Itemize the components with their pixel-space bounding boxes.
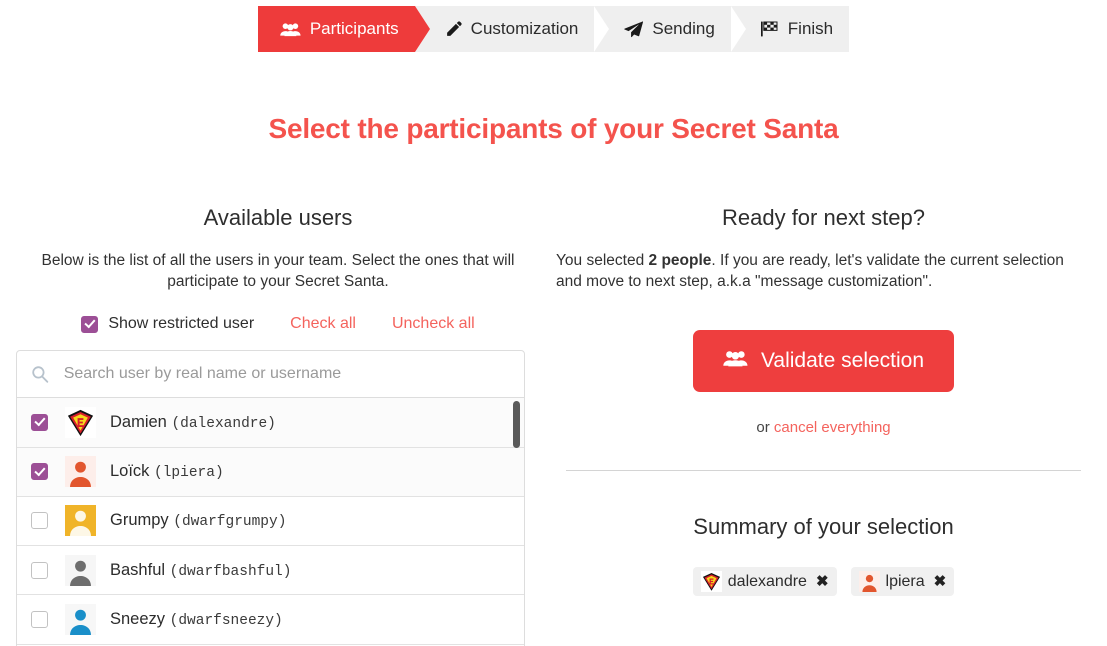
user-checkbox[interactable] (31, 561, 48, 579)
uncheck-all-link[interactable]: Uncheck all (392, 315, 475, 333)
user-name: Grumpy (dwarfgrumpy) (110, 511, 287, 531)
available-users-heading: Available users (203, 205, 353, 230)
ready-heading: Ready for next step? (721, 205, 925, 230)
avatar (65, 456, 96, 488)
user-name: Bashful (dwarfbashful) (110, 560, 292, 580)
remove-chip-icon[interactable]: ✖ (934, 574, 947, 589)
step-label: Sending (652, 19, 715, 38)
step-customization[interactable]: Customization (414, 6, 610, 52)
avatar (65, 604, 96, 636)
available-users-column: Available users Below is the list of all… (8, 205, 548, 646)
checkbox-icon[interactable] (81, 315, 99, 333)
page-title: Select the participants of your Secret S… (268, 113, 839, 144)
user-checkbox[interactable] (31, 463, 48, 481)
cancel-everything-link[interactable]: cancel everything (774, 419, 891, 436)
show-restricted-user-label: Show restricted user (108, 315, 255, 333)
ready-description: You selected 2 people. If you are ready,… (556, 252, 1064, 290)
validate-selection-label: Validate selection (760, 349, 925, 373)
avatar (65, 406, 96, 438)
avatar (858, 571, 880, 593)
available-users-description: Below is the list of all the users in yo… (41, 252, 515, 290)
main-columns: Available users Below is the list of all… (0, 205, 1107, 646)
step-label: Finish (787, 19, 834, 38)
step-sending[interactable]: Sending (594, 6, 747, 52)
step-label: Customization (470, 19, 579, 38)
scrollbar-thumb[interactable] (513, 401, 520, 449)
list-scrollbar[interactable] (513, 398, 522, 646)
search-row (17, 351, 524, 399)
user-list-item[interactable]: Sneezy (dwarfsneezy) (17, 595, 524, 645)
or-text: or (756, 419, 774, 437)
user-list-item[interactable]: Grumpy (dwarfgrumpy) (17, 497, 524, 547)
validate-wrap: Validate selection (556, 330, 1091, 393)
checkered-flag-icon (760, 21, 779, 37)
user-checkbox[interactable] (31, 611, 48, 629)
user-name: Damien (dalexandre) (110, 412, 276, 432)
user-list-panel: Damien (dalexandre) Loïck (16, 350, 525, 646)
check-all-link[interactable]: Check all (290, 315, 356, 333)
user-checkbox[interactable] (31, 512, 48, 530)
summary-chip[interactable]: lpiera ✖ (850, 567, 955, 597)
selected-count: 2 people (648, 252, 712, 269)
cancel-row: or cancel everything (556, 419, 1091, 436)
next-step-column: Ready for next step? You selected 2 peop… (548, 205, 1099, 646)
summary-heading: Summary of your selection (693, 514, 954, 540)
avatar (65, 554, 96, 586)
user-list[interactable]: Damien (dalexandre) Loïck (lpiera) Grump… (17, 398, 524, 646)
users-icon (723, 349, 748, 373)
step-label: Participants (309, 19, 399, 38)
search-input[interactable] (61, 364, 510, 385)
search-icon (31, 365, 50, 383)
paper-plane-icon (624, 20, 644, 38)
remove-chip-icon[interactable]: ✖ (816, 574, 829, 589)
summary-chip[interactable]: dalexandre ✖ (692, 567, 837, 597)
step-participants[interactable]: Participants (257, 6, 430, 52)
user-name: Loïck (lpiera) (110, 462, 224, 482)
user-list-item[interactable]: Bashful (dwarfbashful) (17, 546, 524, 596)
summary-chip-label: dalexandre (727, 572, 807, 590)
user-list-item[interactable]: Damien (dalexandre) (17, 398, 524, 448)
divider (566, 470, 1081, 472)
summary-chip-label: lpiera (885, 572, 925, 590)
validate-selection-button[interactable]: Validate selection (692, 330, 955, 393)
user-list-item[interactable]: Loïck (lpiera) (17, 447, 524, 497)
avatar (65, 505, 96, 537)
users-icon (280, 22, 301, 37)
user-checkbox[interactable] (31, 413, 48, 431)
pencil-icon (445, 20, 462, 38)
avatar (700, 571, 722, 593)
show-restricted-user-toggle[interactable]: Show restricted user (81, 315, 254, 333)
user-name: Sneezy (dwarfsneezy) (110, 610, 283, 630)
wizard-step-bar: Participants Customization Sending Finis… (0, 0, 1107, 52)
summary-chips: dalexandre ✖ lpiera ✖ (556, 567, 1091, 597)
step-finish[interactable]: Finish (730, 6, 850, 52)
list-controls: Show restricted user Check all Uncheck a… (16, 315, 540, 333)
